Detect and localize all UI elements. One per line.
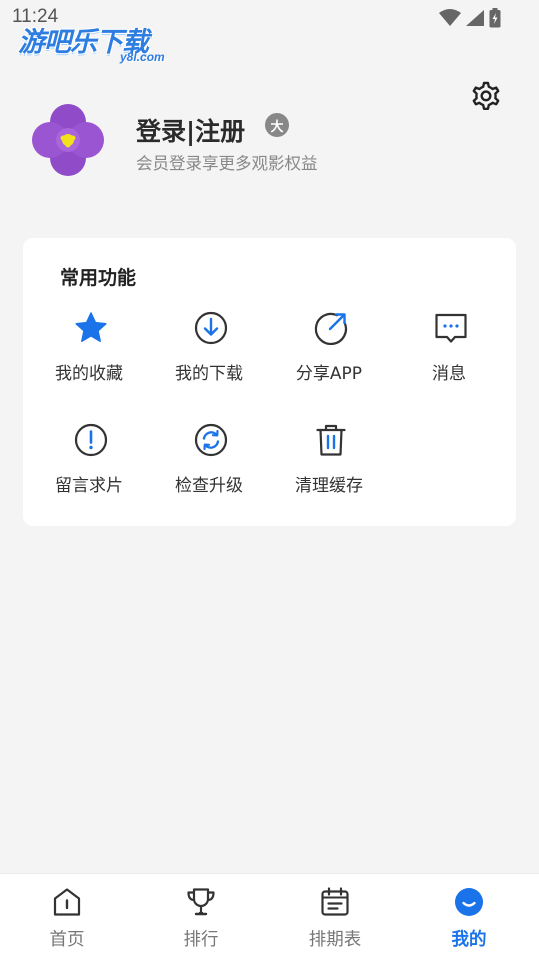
- messages-button[interactable]: 消息: [389, 311, 509, 401]
- star-icon: [75, 312, 107, 342]
- refresh-icon: [194, 423, 228, 457]
- vip-badge: 大: [265, 113, 289, 137]
- calendar-icon: [321, 887, 349, 916]
- login-register-link[interactable]: 登录|注册: [136, 112, 245, 148]
- clear-cache-button[interactable]: 清理缓存: [269, 423, 389, 513]
- settings-button[interactable]: [470, 80, 502, 112]
- request-movie-button[interactable]: 留言求片: [29, 423, 149, 513]
- watermark-domain: y8l.com: [120, 50, 165, 64]
- flower-avatar-icon: [32, 104, 104, 176]
- tab-ranking[interactable]: 排行: [134, 874, 268, 958]
- gear-icon: [472, 81, 500, 110]
- downloads-button[interactable]: 我的下载: [149, 311, 269, 401]
- check-update-button[interactable]: 检查升级: [149, 423, 269, 513]
- tab-home[interactable]: 首页: [0, 874, 134, 958]
- downloads-label: 我的下载: [175, 364, 243, 384]
- wifi-icon: [439, 9, 461, 26]
- favorites-label: 我的收藏: [55, 364, 123, 384]
- request-movie-label: 留言求片: [55, 476, 123, 496]
- download-icon: [194, 311, 228, 345]
- favorites-button[interactable]: 我的收藏: [29, 311, 149, 401]
- tab-home-label: 首页: [49, 930, 85, 950]
- messages-label: 消息: [432, 364, 466, 384]
- tab-ranking-label: 排行: [183, 930, 219, 950]
- bottom-tab-bar: 首页 排行 排期表 我的: [0, 873, 539, 958]
- share-app-button[interactable]: 分享APP: [269, 311, 389, 401]
- avatar[interactable]: [30, 102, 106, 178]
- tab-schedule-label: 排期表: [308, 930, 362, 950]
- share-app-label: 分享APP: [295, 364, 363, 384]
- battery-icon: [489, 8, 501, 28]
- message-icon: [435, 313, 467, 343]
- check-update-label: 检查升级: [175, 476, 243, 496]
- login-subtitle: 会员登录享更多观影权益: [136, 154, 318, 173]
- tab-schedule[interactable]: 排期表: [268, 874, 402, 958]
- tab-mine[interactable]: 我的: [402, 874, 536, 958]
- home-icon: [53, 888, 81, 916]
- signal-icon: [466, 10, 484, 26]
- exclamation-icon: [74, 423, 108, 457]
- common-functions-card: 常用功能 我的收藏 我的下载 分享APP 消息 留言求片 检查升级 清理缓存: [23, 238, 516, 526]
- share-icon: [314, 312, 348, 345]
- clear-cache-label: 清理缓存: [295, 476, 363, 496]
- trash-icon: [316, 424, 346, 456]
- status-icons: [439, 8, 501, 28]
- tab-mine-label: 我的: [451, 930, 487, 950]
- trophy-icon: [187, 888, 215, 916]
- card-title: 常用功能: [60, 267, 137, 289]
- profile-icon: [455, 888, 483, 916]
